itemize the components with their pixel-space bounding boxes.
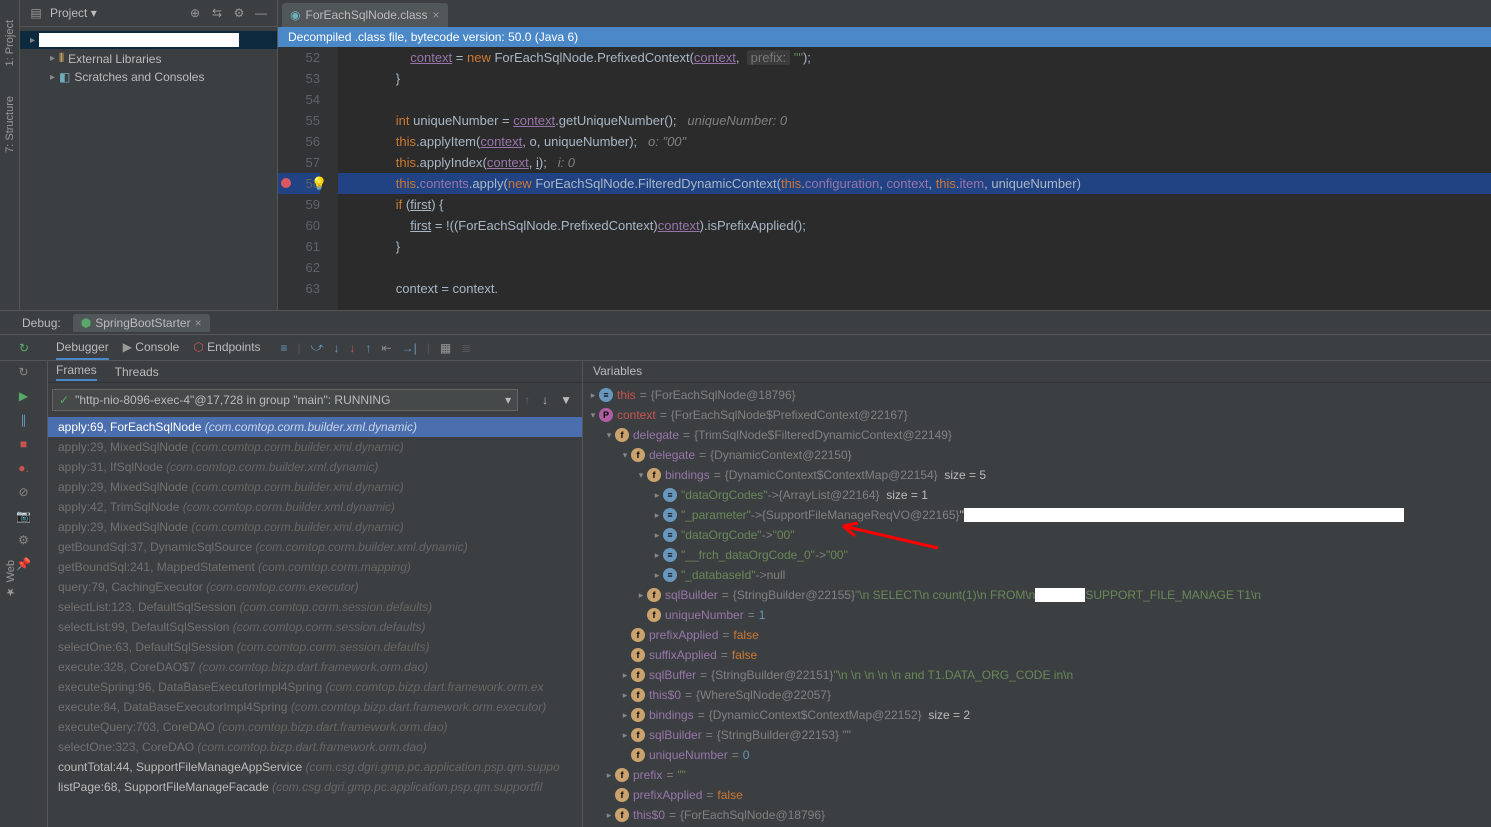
frame-item[interactable]: selectOne:63, DefaultSqlSession (com.com… (48, 637, 582, 657)
project-tree: ▸ ▸ ⫴ External Libraries ▸ ◧ Scratches a… (20, 27, 277, 90)
target-icon[interactable]: ⊕ (187, 5, 203, 21)
hide-icon[interactable]: — (253, 5, 269, 21)
rerun-icon[interactable]: ↻ (19, 341, 29, 355)
file-tab[interactable]: ◉ ForEachSqlNode.class × (282, 3, 448, 27)
close-icon[interactable]: × (433, 8, 440, 22)
frame-item[interactable]: getBoundSql:241, MappedStatement (com.co… (48, 557, 582, 577)
settings-icon[interactable]: ≡ (281, 341, 288, 355)
frame-item[interactable]: query:79, CachingExecutor (com.comtop.co… (48, 577, 582, 597)
decompiled-banner: Decompiled .class file, bytecode version… (278, 27, 1491, 47)
next-frame-icon[interactable]: ↓ (536, 393, 554, 407)
pause-icon[interactable]: ∥ (21, 413, 27, 427)
close-icon[interactable]: × (195, 316, 202, 330)
step-over-icon[interactable]: ⤻ (311, 340, 324, 355)
update-icon[interactable]: ↻ (18, 365, 28, 379)
frame-item[interactable]: apply:69, ForEachSqlNode (com.comtop.cor… (48, 417, 582, 437)
tree-root[interactable]: ▸ (20, 31, 277, 49)
force-step-icon[interactable]: ↓ (350, 341, 356, 355)
variables-tree[interactable]: ▸≡this={ForEachSqlNode@18796} ▾Pcontext=… (583, 383, 1491, 827)
run-to-cursor-icon[interactable]: →| (402, 341, 417, 355)
frame-item[interactable]: apply:29, MixedSqlNode (com.comtop.corm.… (48, 517, 582, 537)
frame-item[interactable]: execute:84, DataBaseExecutorImpl4Spring … (48, 697, 582, 717)
gutter[interactable]: 525354555657 💡58 5960616263 (278, 47, 338, 310)
bulb-icon[interactable]: 💡 (311, 173, 327, 194)
mute-bp-icon[interactable]: ⊘ (18, 485, 28, 499)
tree-external-libs[interactable]: ▸ ⫴ External Libraries (20, 49, 277, 68)
frame-item[interactable]: apply:42, TrimSqlNode (com.comtop.corm.b… (48, 497, 582, 517)
frame-item[interactable]: executeQuery:703, CoreDAO (com.comtop.bi… (48, 717, 582, 737)
debug-label: Debug: (22, 316, 61, 330)
settings-icon[interactable]: ⚙ (18, 533, 29, 547)
tab-endpoints[interactable]: ⬡ Endpoints (193, 336, 260, 360)
resume-icon[interactable]: ▶ (19, 389, 28, 403)
frames-tab[interactable]: Frames (56, 363, 97, 381)
variables-header: Variables (583, 361, 1491, 383)
frame-item[interactable]: executeSpring:96, DataBaseExecutorImpl4S… (48, 677, 582, 697)
frames-panel: Frames Threads ✓ "http-nio-8096-exec-4"@… (48, 361, 583, 827)
left-tool-rail: 1: Project 7: Structure (0, 0, 20, 310)
spring-icon: ⬢ (81, 316, 91, 330)
frame-item[interactable]: listPage:68, SupportFileManageFacade (co… (48, 777, 582, 797)
chevron-down-icon: ▾ (505, 393, 511, 407)
frame-item[interactable]: countTotal:44, SupportFileManageAppServi… (48, 757, 582, 777)
project-panel: ▤ Project ▾ ⊕ ⇆ ⚙ — ▸ ▸ ⫴ External Libra… (20, 0, 278, 310)
trace-icon[interactable]: ≣ (461, 341, 471, 355)
get-thread-dump-icon[interactable]: 📷 (16, 509, 31, 523)
thread-selector[interactable]: ✓ "http-nio-8096-exec-4"@17,728 in group… (52, 389, 518, 411)
class-icon: ◉ (290, 8, 300, 22)
editor-tabs: ◉ ForEachSqlNode.class × (278, 0, 1491, 27)
project-title[interactable]: Project ▾ (50, 6, 181, 20)
project-icon: ▤ (28, 5, 44, 21)
step-out-icon[interactable]: ↑ (366, 341, 372, 355)
frame-item[interactable]: selectOne:323, CoreDAO (com.comtop.bizp.… (48, 737, 582, 757)
frame-list[interactable]: apply:69, ForEachSqlNode (com.comtop.cor… (48, 417, 582, 827)
threads-tab[interactable]: Threads (115, 365, 159, 379)
drop-frame-icon[interactable]: ⇤ (382, 341, 392, 355)
frame-item[interactable]: selectList:99, DefaultSqlSession (com.co… (48, 617, 582, 637)
variables-panel: Variables ▸≡this={ForEachSqlNode@18796} … (583, 361, 1491, 827)
editor-area: ◉ ForEachSqlNode.class × Decompiled .cla… (278, 0, 1491, 310)
frame-item[interactable]: apply:29, MixedSqlNode (com.comtop.corm.… (48, 477, 582, 497)
stop-icon[interactable]: ■ (20, 437, 27, 451)
breakpoint-icon[interactable] (281, 178, 291, 188)
filter-icon[interactable]: ▼ (554, 393, 578, 407)
prev-frame-icon[interactable]: ↑ (518, 393, 536, 407)
tab-debugger[interactable]: Debugger (56, 336, 109, 360)
frame-item[interactable]: execute:328, CoreDAO$7 (com.comtop.bizp.… (48, 657, 582, 677)
tree-scratches[interactable]: ▸ ◧ Scratches and Consoles (20, 68, 277, 86)
gear-icon[interactable]: ⚙ (231, 5, 247, 21)
breakpoints-icon[interactable]: ●. (18, 461, 29, 475)
frame-item[interactable]: apply:29, MixedSqlNode (com.comtop.corm.… (48, 437, 582, 457)
frame-item[interactable]: apply:31, IfSqlNode (com.comtop.corm.bui… (48, 457, 582, 477)
debug-panel: Debug: ⬢ SpringBootStarter × ↻ Debugger … (0, 310, 1491, 827)
rail-favorites[interactable]: ★ Web (4, 560, 17, 598)
evaluate-icon[interactable]: ▦ (440, 341, 451, 355)
tab-console[interactable]: ▶ Console (123, 336, 180, 360)
step-into-icon[interactable]: ↓ (334, 341, 340, 355)
frame-item[interactable]: getBoundSql:37, DynamicSqlSource (com.co… (48, 537, 582, 557)
run-config-tab[interactable]: ⬢ SpringBootStarter × (73, 314, 210, 332)
collapse-icon[interactable]: ⇆ (209, 5, 225, 21)
rail-structure[interactable]: 7: Structure (4, 96, 16, 153)
frame-item[interactable]: selectList:123, DefaultSqlSession (com.c… (48, 597, 582, 617)
rail-project[interactable]: 1: Project (4, 20, 16, 66)
code-content[interactable]: context = new ForEachSqlNode.PrefixedCon… (338, 47, 1491, 310)
